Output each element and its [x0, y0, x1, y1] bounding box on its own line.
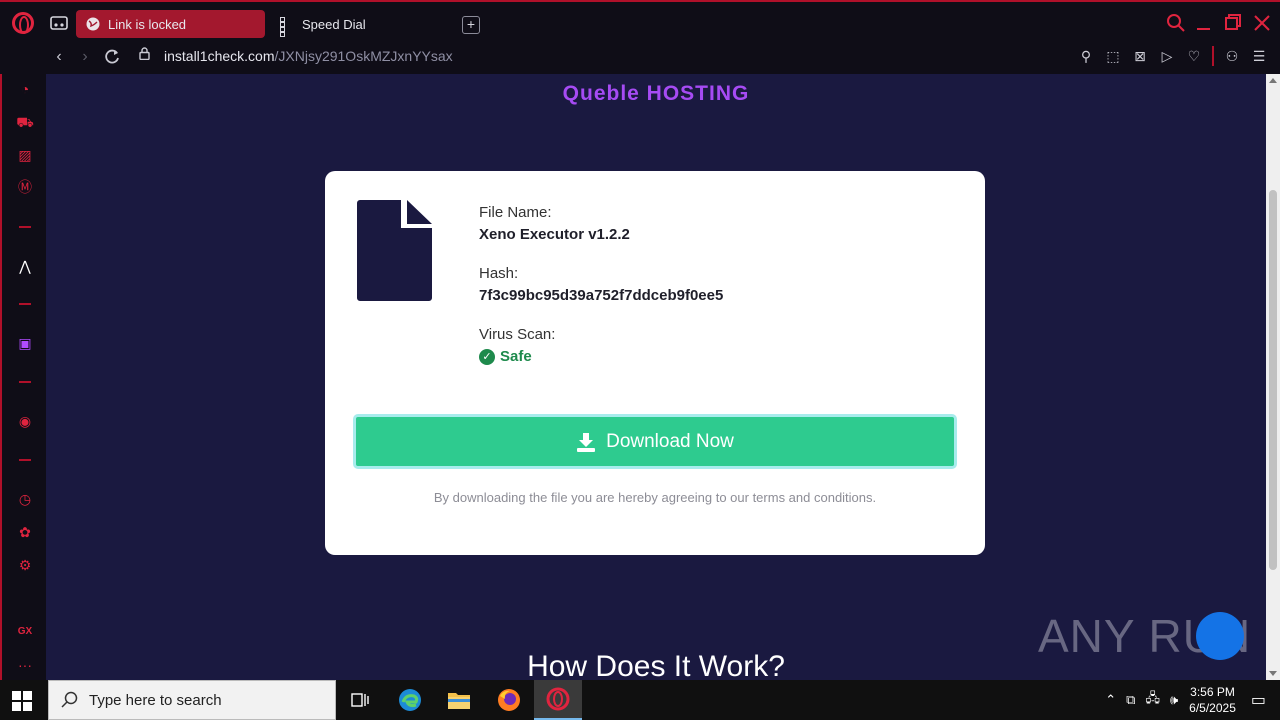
clock[interactable]: 3:56 PM 6/5/2025	[1189, 684, 1236, 716]
back-button[interactable]: ‹	[48, 46, 70, 68]
browser-sidebar: ◔ ⛟ ▨ Ⓜ ⋀ ▣ ◉ ◷ ✿ ⚙ GX ···	[0, 74, 46, 680]
clock-date: 6/5/2025	[1189, 701, 1236, 715]
page-scrollbar[interactable]	[1266, 74, 1280, 680]
file-explorer-icon[interactable]	[435, 680, 483, 720]
sidebar-divider	[19, 226, 31, 228]
web-page: Queble HOSTING File Name: Xeno Executor …	[46, 74, 1266, 680]
reload-icon[interactable]	[102, 47, 122, 67]
settings-icon[interactable]: ⚙	[14, 554, 36, 576]
opera-gx-taskbar-icon[interactable]	[534, 680, 582, 720]
search-placeholder: Type here to search	[89, 691, 222, 709]
easy-setup-icon[interactable]: ☰	[1250, 46, 1268, 66]
device-icon[interactable]: ⧉	[1126, 692, 1135, 708]
virus-scan-value: Safe	[500, 348, 532, 365]
player-icon[interactable]: ◉	[14, 410, 36, 432]
sidebar-divider	[19, 303, 31, 305]
gx-control-icon[interactable]: ⛟	[14, 111, 36, 133]
task-view-icon[interactable]	[336, 680, 384, 720]
sidebar-divider	[19, 381, 31, 383]
firefox-icon[interactable]	[485, 680, 533, 720]
sidebar-divider	[19, 459, 31, 461]
virus-scan-result: ✓ Safe	[479, 348, 723, 365]
more-icon[interactable]: ···	[14, 654, 36, 676]
toolbar-icons: ⚲ ⬚ ⊠ ▷ ♡ ⚇ ☰	[1077, 46, 1268, 66]
toolbar-separator	[1212, 46, 1214, 66]
new-tab-button[interactable]: +	[462, 16, 480, 34]
speedometer-icon[interactable]: ◔	[14, 78, 36, 100]
forward-button[interactable]: ›	[74, 46, 96, 68]
search-icon	[61, 691, 78, 708]
tab-islands-icon[interactable]	[50, 16, 68, 30]
scroll-up-arrow[interactable]	[1269, 78, 1277, 83]
check-circle-icon: ✓	[479, 348, 495, 365]
address-bar: ‹ › install1check.com/JXNjsy291OskMZJxnY…	[0, 40, 1280, 74]
maximize-icon[interactable]	[1222, 12, 1244, 34]
tab-speed-dial[interactable]: Speed Dial	[270, 10, 450, 38]
aria-icon[interactable]: ⋀	[14, 255, 36, 277]
minimize-icon[interactable]	[1193, 12, 1215, 34]
hash-label: Hash:	[479, 265, 519, 282]
gx-mods-icon[interactable]: Ⓜ	[14, 176, 36, 198]
chat-bubble-icon[interactable]	[1196, 612, 1244, 660]
speed-dial-icon	[280, 17, 294, 37]
file-name-value: Xeno Executor v1.2.2	[479, 226, 630, 243]
url-field[interactable]: install1check.com/JXNjsy291OskMZJxnYYsax	[164, 48, 453, 64]
file-icon	[357, 200, 432, 301]
gx-cleaner-icon[interactable]: ▨	[14, 144, 36, 166]
gx-logo-icon[interactable]: GX	[14, 621, 36, 643]
history-icon[interactable]: ◷	[14, 488, 36, 510]
account-icon[interactable]: ⚇	[1223, 46, 1241, 66]
system-tray: ⌃ ⧉ 🖧 🕪 3:56 PM 6/5/2025 ▭	[1100, 680, 1280, 720]
url-host: install1check.com	[164, 48, 275, 64]
download-button-label: Download Now	[606, 430, 734, 452]
virus-scan-label: Virus Scan:	[479, 326, 556, 343]
file-info: File Name: Xeno Executor v1.2.2 Hash: 7f…	[479, 204, 723, 365]
terms-text: By downloading the file you are hereby a…	[433, 490, 877, 505]
send-icon[interactable]: ▷	[1158, 46, 1176, 66]
opera-menu-icon[interactable]	[12, 12, 34, 34]
twitch-icon[interactable]: ▣	[14, 332, 36, 354]
heart-icon[interactable]: ♡	[1185, 46, 1203, 66]
notification-icon[interactable]: ▭	[1251, 690, 1266, 710]
download-icon	[577, 432, 596, 452]
taskbar-search-box[interactable]: Type here to search	[48, 680, 336, 720]
scroll-thumb[interactable]	[1269, 190, 1277, 570]
chevron-up-icon[interactable]: ⌃	[1105, 692, 1116, 708]
globe-icon	[86, 17, 100, 31]
file-name-label: File Name:	[479, 204, 552, 221]
tab-label: Speed Dial	[302, 16, 366, 32]
tab-label: Link is locked	[108, 16, 187, 32]
download-now-button[interactable]: Download Now	[353, 414, 957, 469]
edge-icon[interactable]	[386, 680, 434, 720]
network-icon[interactable]: 🖧	[1145, 689, 1160, 711]
site-brand: Queble HOSTING	[562, 82, 750, 105]
hash-value: 7f3c99bc95d39a752f7ddceb9f0ee5	[479, 287, 724, 304]
download-card: File Name: Xeno Executor v1.2.2 Hash: 7f…	[325, 171, 985, 555]
tab-link-locked[interactable]: Link is locked	[76, 10, 265, 38]
close-icon[interactable]	[1251, 12, 1273, 34]
url-path: /JXNjsy291OskMZJxnYYsax	[274, 48, 453, 64]
browser-titlebar: Link is locked Speed Dial +	[0, 0, 1280, 40]
search-icon[interactable]	[1165, 12, 1187, 34]
volume-icon[interactable]: 🕪	[1170, 692, 1178, 708]
windows-start-icon[interactable]	[12, 691, 32, 711]
clock-time: 3:56 PM	[1190, 685, 1235, 699]
lock-icon[interactable]	[139, 47, 150, 60]
pin-icon[interactable]: ⚲	[1077, 46, 1095, 66]
windows-taskbar: Type here to search ⌃ ⧉ 🖧 🕪 3:56 PM 6/5/…	[0, 680, 1280, 720]
extensions-icon[interactable]: ✿	[14, 521, 36, 543]
snapshot-icon[interactable]: ⬚	[1104, 46, 1122, 66]
scroll-down-arrow[interactable]	[1269, 671, 1277, 676]
adblock-icon[interactable]: ⊠	[1131, 46, 1149, 66]
